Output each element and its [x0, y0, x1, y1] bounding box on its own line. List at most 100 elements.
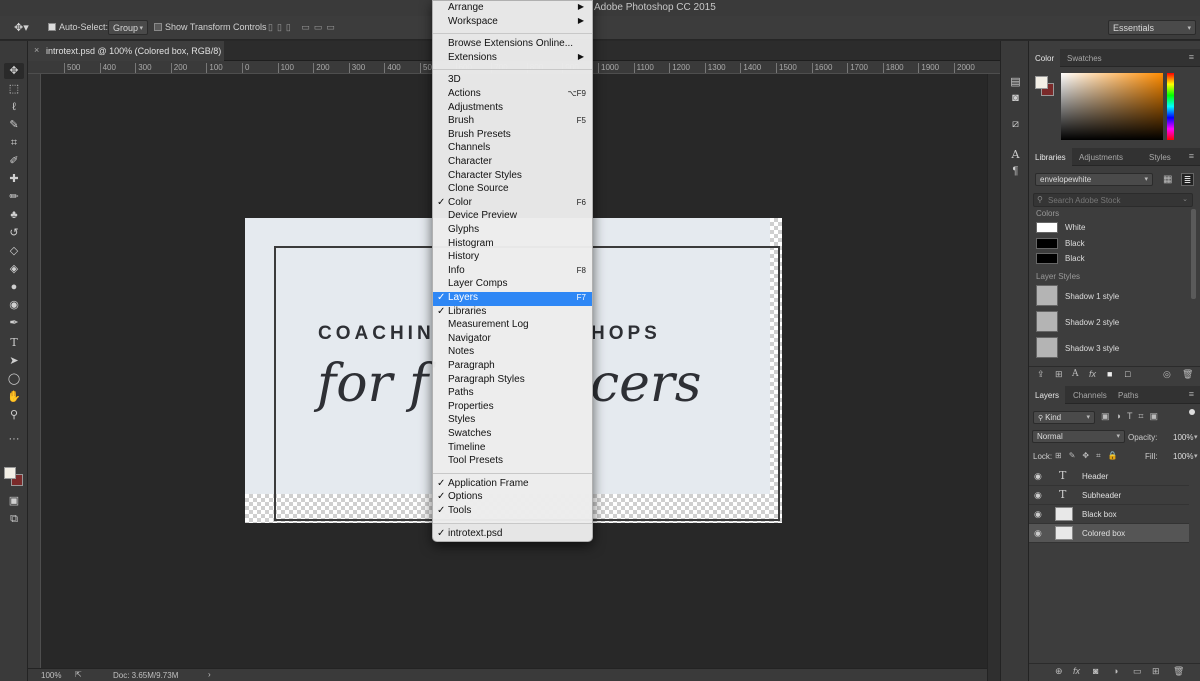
menu-item-info[interactable]: Info F8: [433, 265, 592, 279]
library-color-item[interactable]: Black: [1036, 238, 1166, 250]
color-panel-menu-icon[interactable]: ≡: [1189, 52, 1194, 62]
properties-panel-icon[interactable]: ◙: [1008, 91, 1023, 106]
hue-slider[interactable]: [1167, 73, 1174, 140]
paragraph-panel-icon[interactable]: ¶: [1008, 164, 1023, 179]
layer-row-header[interactable]: ◉ T Header: [1029, 467, 1189, 486]
document-tab[interactable]: × introtext.psd @ 100% (Colored box, RGB…: [28, 41, 224, 61]
close-tab-icon[interactable]: ×: [34, 45, 39, 55]
menu-item-swatches[interactable]: Swatches: [433, 428, 592, 442]
stock-search-input[interactable]: ⚲ Search Adobe Stock ⌄: [1033, 193, 1193, 207]
libraries-panel-menu-icon[interactable]: ≡: [1189, 151, 1194, 161]
delete-icon[interactable]: 🗑: [1182, 369, 1193, 380]
add-text-icon[interactable]: A: [1072, 369, 1079, 379]
tab-color[interactable]: Color: [1029, 49, 1061, 67]
foreground-color-swatch[interactable]: [4, 467, 16, 479]
menu-item-navigator[interactable]: Navigator: [433, 333, 592, 347]
tab-styles[interactable]: Styles: [1143, 148, 1177, 166]
layer-row-subheader[interactable]: ◉ T Subheader: [1029, 486, 1189, 505]
quick-mask-icon[interactable]: ▣: [4, 493, 24, 509]
align-icons[interactable]: ▯▯▯ ▭▭▭: [268, 22, 339, 33]
workspace-dropdown[interactable]: Essentials ▾: [1108, 20, 1196, 35]
character-panel-icon[interactable]: A: [1008, 147, 1023, 162]
library-select[interactable]: envelopewhite ▾: [1035, 173, 1153, 186]
menu-item-introtext-psd[interactable]: ✓ introtext.psd: [433, 528, 592, 542]
tab-layers[interactable]: Layers: [1029, 386, 1066, 404]
path-selection-tool-icon[interactable]: ➤: [4, 353, 24, 369]
vertical-scrollbar[interactable]: [987, 74, 1000, 681]
menu-item-channels[interactable]: Channels: [433, 142, 592, 156]
menu-item-paths[interactable]: Paths: [433, 387, 592, 401]
menu-item-adjustments[interactable]: Adjustments: [433, 102, 592, 116]
layer-row-colored-box[interactable]: ◉ Colored box: [1029, 524, 1189, 543]
menu-item-browse-extensions-online[interactable]: Browse Extensions Online...: [433, 38, 592, 52]
menu-item-brush[interactable]: Brush F5: [433, 115, 592, 129]
menu-item-arrange[interactable]: Arrange ▶: [433, 2, 592, 16]
menu-item-color[interactable]: ✓ Color F6: [433, 197, 592, 211]
layer-row-black-box[interactable]: ◉ Black box: [1029, 505, 1189, 524]
auto-select-dropdown[interactable]: Group ▾: [108, 20, 148, 35]
menu-item-character[interactable]: Character: [433, 156, 592, 170]
hand-tool-icon[interactable]: ✋: [4, 389, 24, 405]
fill-value[interactable]: 100%: [1173, 452, 1193, 461]
menu-item-histogram[interactable]: Histogram: [433, 238, 592, 252]
eye-icon[interactable]: ◉: [1034, 528, 1042, 539]
healing-brush-tool-icon[interactable]: ✚: [4, 171, 24, 187]
menu-item-clone-source[interactable]: Clone Source: [433, 183, 592, 197]
screen-mode-icon[interactable]: ⧉: [4, 511, 24, 527]
export-icon[interactable]: ⇱: [75, 670, 82, 679]
menu-item-paragraph-styles[interactable]: Paragraph Styles: [433, 374, 592, 388]
library-style-item[interactable]: Shadow 1 style: [1036, 285, 1186, 307]
tab-adjustments[interactable]: Adjustments: [1073, 148, 1129, 166]
brush-tool-icon[interactable]: ✏: [4, 189, 24, 205]
menu-item-tools[interactable]: ✓ Tools: [433, 505, 592, 519]
add-content-icon[interactable]: ⊞: [1055, 369, 1063, 380]
menu-item-timeline[interactable]: Timeline: [433, 442, 592, 456]
history-panel-icon[interactable]: ▤: [1008, 75, 1023, 90]
eyedropper-tool-icon[interactable]: ✐: [4, 153, 24, 169]
blend-mode-select[interactable]: Normal ▾: [1032, 430, 1125, 443]
grid-view-icon[interactable]: ▦: [1163, 174, 1172, 185]
pen-tool-icon[interactable]: ✒: [4, 315, 24, 331]
dodge-tool-icon[interactable]: ◉: [4, 297, 24, 313]
add-bg-color-icon[interactable]: □: [1125, 369, 1130, 379]
menu-item-character-styles[interactable]: Character Styles: [433, 170, 592, 184]
list-view-icon[interactable]: ≣: [1181, 173, 1194, 186]
eye-icon[interactable]: ◉: [1034, 471, 1042, 482]
tab-paths[interactable]: Paths: [1112, 386, 1144, 404]
layer-filter-type-icons[interactable]: ▣◑T⌗▣: [1101, 411, 1164, 422]
upload-icon[interactable]: ⇪: [1037, 369, 1045, 380]
layer-mask-icon[interactable]: ◙: [1093, 666, 1098, 676]
move-tool-icon[interactable]: ✥: [4, 63, 24, 79]
menu-item-workspace[interactable]: Workspace ▶: [433, 16, 592, 30]
opacity-dropdown-icon[interactable]: ▾: [1194, 433, 1198, 441]
library-style-item[interactable]: Shadow 3 style: [1036, 337, 1186, 359]
adjustment-layer-icon[interactable]: ◑: [1113, 666, 1118, 676]
menu-item-layer-comps[interactable]: Layer Comps: [433, 278, 592, 292]
new-layer-icon[interactable]: ⊞: [1152, 666, 1160, 677]
blur-tool-icon[interactable]: ●: [4, 279, 24, 295]
menu-item-libraries[interactable]: ✓ Libraries: [433, 306, 592, 320]
fill-dropdown-icon[interactable]: ▾: [1194, 452, 1198, 460]
quick-select-tool-icon[interactable]: ✎: [4, 117, 24, 133]
libraries-scrollbar[interactable]: [1191, 209, 1196, 299]
eraser-tool-icon[interactable]: ◇: [4, 243, 24, 259]
lasso-tool-icon[interactable]: ℓ: [4, 99, 24, 115]
menu-item-3d[interactable]: 3D: [433, 74, 592, 88]
lock-icons[interactable]: ⊞✎✥⌗🔒: [1055, 451, 1125, 461]
crop-tool-icon[interactable]: ⌗: [4, 135, 24, 151]
layer-style-icon[interactable]: fx: [1073, 666, 1080, 676]
status-menu-arrow-icon[interactable]: ›: [208, 670, 211, 679]
layer-filter-select[interactable]: ⚲ Kind ▾: [1033, 411, 1095, 424]
menu-item-brush-presets[interactable]: Brush Presets: [433, 129, 592, 143]
link-layers-icon[interactable]: ⊕: [1055, 666, 1063, 677]
foreground-color-swatch[interactable]: [1035, 76, 1048, 89]
menu-item-styles[interactable]: Styles: [433, 414, 592, 428]
menu-item-layers[interactable]: ✓ Layers F7: [433, 292, 592, 306]
shape-tool-icon[interactable]: ◯: [4, 371, 24, 387]
library-color-item[interactable]: White: [1036, 222, 1166, 234]
menu-item-extensions[interactable]: Extensions ▶: [433, 52, 592, 66]
zoom-level[interactable]: 100%: [41, 671, 61, 680]
menu-item-options[interactable]: ✓ Options: [433, 491, 592, 505]
library-style-item[interactable]: Shadow 2 style: [1036, 311, 1186, 333]
clone-stamp-tool-icon[interactable]: ♣: [4, 207, 24, 223]
